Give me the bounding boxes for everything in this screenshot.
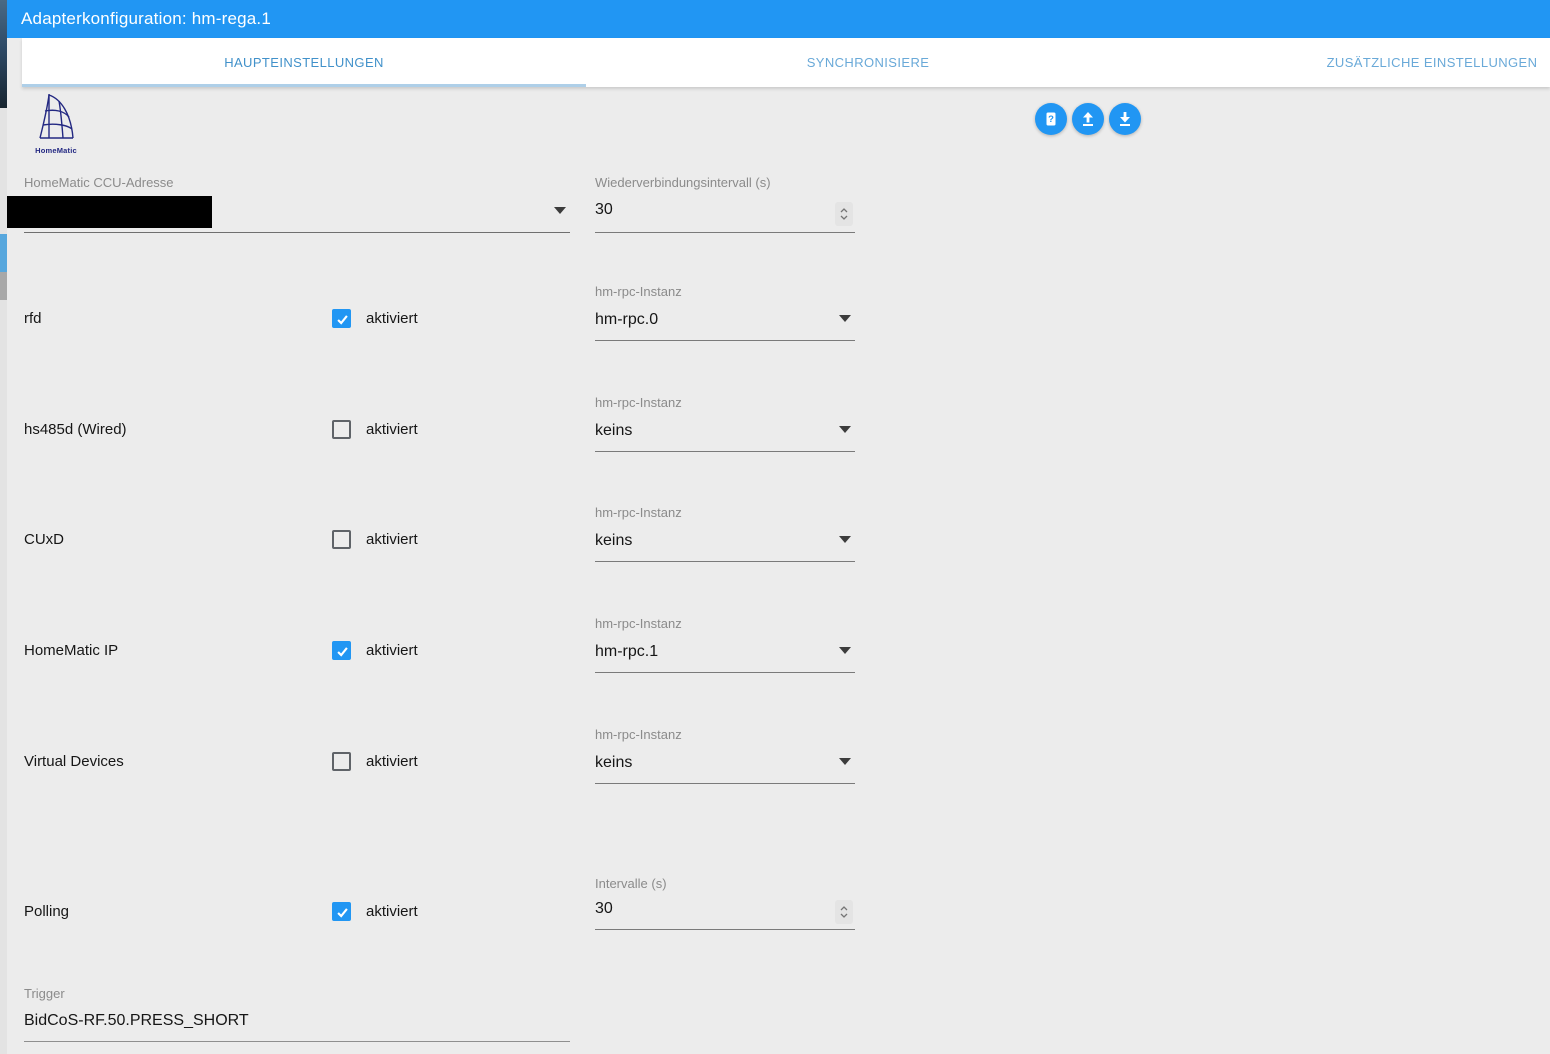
svg-text:?: ? — [1048, 114, 1054, 125]
instance-label: hm-rpc-Instanz — [595, 505, 682, 520]
ccu-address-label: HomeMatic CCU-Adresse — [24, 175, 174, 190]
homematic-logo-caption: HomeMatic — [35, 146, 77, 155]
checkbox-label[interactable]: aktiviert — [366, 642, 418, 659]
chevron-down-icon[interactable] — [839, 647, 851, 654]
rfd-instance-select[interactable]: hm-rpc-Instanz hm-rpc.0 — [595, 280, 855, 341]
virtual-devices-enabled-checkbox[interactable] — [332, 752, 351, 771]
daemon-name: Virtual Devices — [24, 753, 124, 770]
daemon-row-cuxd: CUxD aktiviert hm-rpc-Instanz keins — [0, 501, 900, 562]
active-tab-indicator — [22, 84, 586, 87]
checkbox-label[interactable]: aktiviert — [366, 753, 418, 770]
instance-value: keins — [595, 754, 633, 771]
checkbox-label[interactable]: aktiviert — [366, 421, 418, 438]
chevron-down-icon — [840, 215, 848, 220]
daemon-row-homematic-ip: HomeMatic IP aktiviert hm-rpc-Instanz hm… — [0, 612, 900, 673]
polling-interval-label: Intervalle (s) — [595, 876, 667, 891]
daemon-name: hs485d (Wired) — [24, 421, 127, 438]
chevron-down-icon — [840, 913, 848, 918]
chevron-down-icon[interactable] — [839, 315, 851, 322]
homematic-ip-instance-select[interactable]: hm-rpc-Instanz hm-rpc.1 — [595, 612, 855, 673]
homematic-logo: HomeMatic — [30, 92, 82, 155]
daemon-row-rfd: rfd aktiviert hm-rpc-Instanz hm-rpc.0 — [0, 280, 900, 341]
tab-zusaetzliche-einstellungen[interactable]: ZUSÄTZLICHE EINSTELLUNGEN — [1150, 38, 1550, 87]
checkbox-label[interactable]: aktiviert — [366, 903, 418, 920]
tab-haupteinstellungen[interactable]: HAUPTEINSTELLUNGEN — [22, 38, 586, 87]
browser-edge-artifact-blue — [0, 234, 7, 272]
instance-label: hm-rpc-Instanz — [595, 395, 682, 410]
number-stepper[interactable] — [835, 900, 853, 924]
chevron-down-icon[interactable] — [839, 536, 851, 543]
checkbox-label[interactable]: aktiviert — [366, 531, 418, 548]
adapter-config-dialog: Adapterkonfiguration: hm-rega.1 HAUPTEIN… — [0, 0, 1550, 1054]
instance-label: hm-rpc-Instanz — [595, 284, 682, 299]
upload-button[interactable] — [1072, 103, 1104, 135]
tab-label: SYNCHRONISIERE — [806, 55, 930, 70]
homematic-ip-enabled-checkbox[interactable] — [332, 641, 351, 660]
browser-edge-artifact-top — [0, 0, 7, 108]
trigger-value: BidCoS-RF.50.PRESS_SHORT — [24, 1012, 249, 1029]
download-icon — [1120, 112, 1130, 126]
tab-synchronisiere[interactable]: SYNCHRONISIERE — [586, 38, 1150, 87]
reconnect-interval-input[interactable] — [595, 201, 795, 219]
polling-name: Polling — [24, 903, 70, 920]
virtual-devices-instance-select[interactable]: hm-rpc-Instanz keins — [595, 723, 855, 784]
checkmark-icon — [337, 647, 348, 657]
instance-label: hm-rpc-Instanz — [595, 727, 682, 742]
checkbox-label[interactable]: aktiviert — [366, 310, 418, 327]
question-doc-icon: ? — [1046, 112, 1056, 126]
tab-bar: HAUPTEINSTELLUNGEN SYNCHRONISIERE ZUSÄTZ… — [22, 38, 1550, 87]
help-button[interactable]: ? — [1035, 103, 1067, 135]
chevron-down-icon[interactable] — [839, 758, 851, 765]
dialog-title: Adapterkonfiguration: hm-rega.1 — [21, 9, 272, 28]
chevron-up-icon — [840, 906, 848, 911]
daemon-name: CUxD — [24, 531, 64, 548]
cuxd-enabled-checkbox[interactable] — [332, 530, 351, 549]
download-button[interactable] — [1109, 103, 1141, 135]
number-stepper[interactable] — [835, 202, 853, 226]
polling-interval-field: Intervalle (s) — [595, 872, 855, 930]
polling-enabled-checkbox[interactable] — [332, 902, 351, 921]
polling-interval-input[interactable] — [595, 900, 795, 918]
reconnect-interval-field: Wiederverbindungsintervall (s) — [595, 170, 855, 233]
instance-value: keins — [595, 532, 633, 549]
checkmark-icon — [337, 908, 348, 918]
rfd-enabled-checkbox[interactable] — [332, 309, 351, 328]
upload-icon — [1083, 112, 1093, 126]
daemon-row-virtual-devices: Virtual Devices aktiviert hm-rpc-Instanz… — [0, 723, 900, 784]
daemon-name: HomeMatic IP — [24, 642, 119, 659]
daemon-row-hs485d: hs485d (Wired) aktiviert hm-rpc-Instanz … — [0, 391, 900, 452]
tab-label: ZUSÄTZLICHE EINSTELLUNGEN — [1326, 55, 1538, 70]
instance-value: hm-rpc.1 — [595, 643, 659, 660]
hs485d-instance-select[interactable]: hm-rpc-Instanz keins — [595, 391, 855, 452]
checkmark-icon — [337, 315, 348, 325]
trigger-field[interactable]: Trigger BidCoS-RF.50.PRESS_SHORT — [24, 984, 570, 1042]
hs485d-enabled-checkbox[interactable] — [332, 420, 351, 439]
chevron-down-icon[interactable] — [839, 426, 851, 433]
trigger-label: Trigger — [24, 986, 65, 1001]
homematic-sail-icon — [39, 94, 74, 139]
daemon-name: rfd — [24, 310, 42, 327]
reconnect-interval-label: Wiederverbindungsintervall (s) — [595, 175, 771, 190]
chevron-up-icon — [840, 208, 848, 213]
polling-row: Polling aktiviert Intervalle (s) — [0, 872, 900, 930]
tab-label: HAUPTEINSTELLUNGEN — [224, 55, 384, 70]
instance-value: hm-rpc.0 — [595, 311, 659, 328]
instance-label: hm-rpc-Instanz — [595, 616, 682, 631]
dialog-titlebar: Adapterkonfiguration: hm-rega.1 — [7, 0, 1550, 38]
cuxd-instance-select[interactable]: hm-rpc-Instanz keins — [595, 501, 855, 562]
chevron-down-icon[interactable] — [554, 207, 566, 214]
redacted-value-overlay — [7, 196, 212, 228]
instance-value: keins — [595, 422, 633, 439]
